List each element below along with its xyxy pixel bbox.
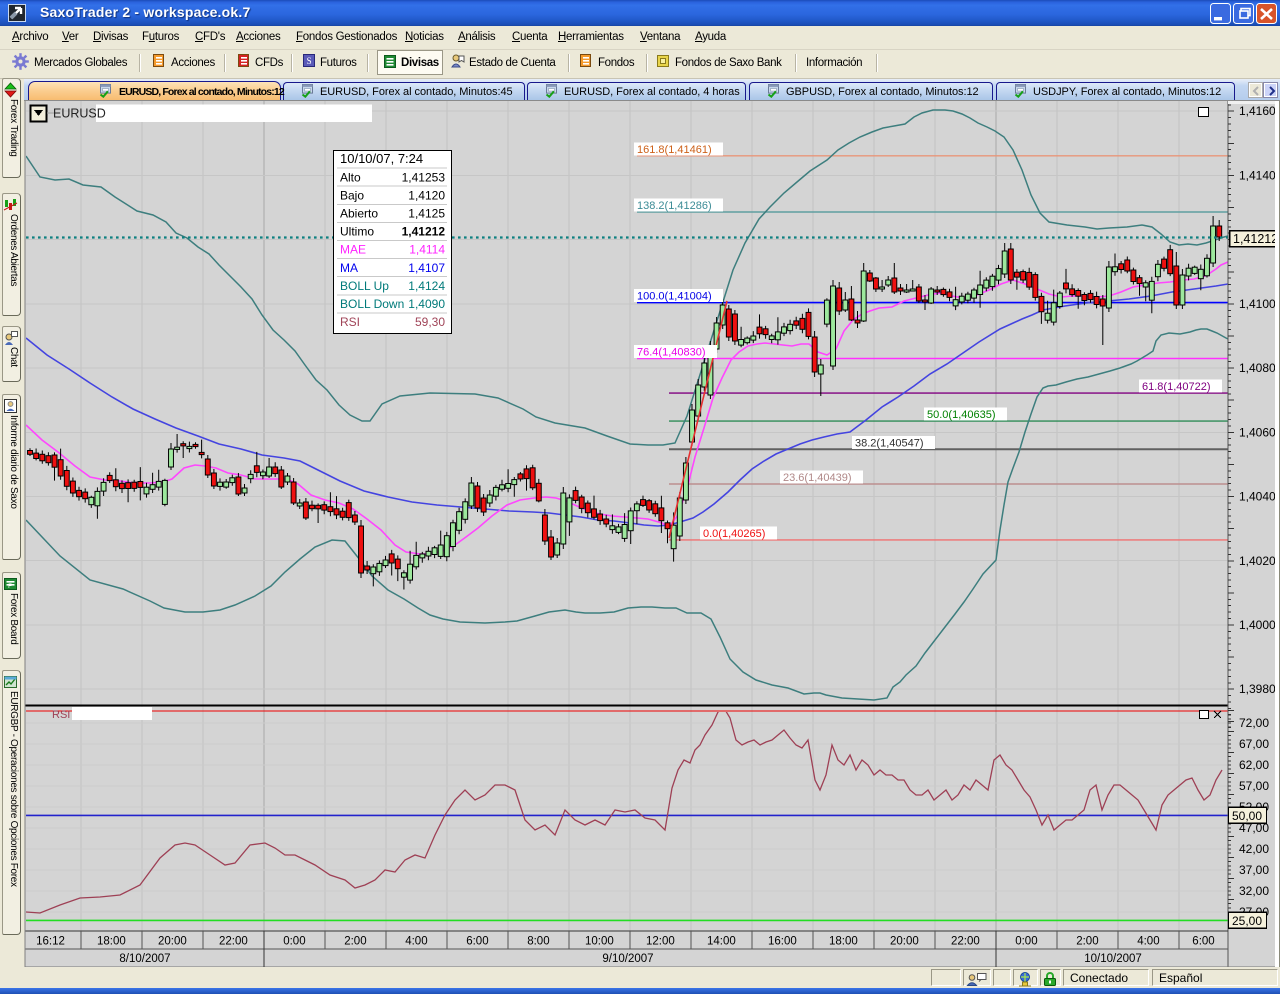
svg-text:1,41253: 1,41253 — [402, 170, 446, 184]
svg-text:18:00: 18:00 — [97, 936, 126, 948]
svg-text:1,3980: 1,3980 — [1239, 682, 1276, 696]
svg-text:9/10/2007: 9/10/2007 — [602, 953, 653, 965]
svg-text:72,00: 72,00 — [1239, 716, 1269, 730]
svg-text:16:00: 16:00 — [768, 936, 797, 948]
svg-text:1,4140: 1,4140 — [1239, 168, 1276, 182]
svg-text:2:00: 2:00 — [344, 936, 366, 948]
svg-text:20:00: 20:00 — [890, 936, 919, 948]
svg-text:S: S — [307, 56, 312, 66]
svg-text:1,4000: 1,4000 — [1239, 618, 1276, 632]
svg-text:1,4125: 1,4125 — [408, 207, 445, 221]
svg-text:10:00: 10:00 — [585, 936, 614, 948]
svg-text:MA: MA — [340, 261, 358, 275]
svg-text:Ultimo: Ultimo — [340, 225, 374, 239]
svg-text:4:00: 4:00 — [405, 936, 427, 948]
svg-text:1,4100: 1,4100 — [1239, 297, 1276, 311]
svg-text:42,00: 42,00 — [1239, 842, 1269, 856]
svg-text:20:00: 20:00 — [158, 936, 187, 948]
svg-text:32,00: 32,00 — [1239, 884, 1269, 898]
svg-text:1,4080: 1,4080 — [1239, 361, 1276, 375]
svg-text:12:00: 12:00 — [646, 936, 675, 948]
svg-text:F: F — [8, 584, 12, 590]
svg-text:RSI: RSI — [52, 709, 70, 721]
svg-text:1,4060: 1,4060 — [1239, 425, 1276, 439]
svg-text:18:00: 18:00 — [829, 936, 858, 948]
svg-text:59,30: 59,30 — [415, 315, 445, 329]
svg-text:0:00: 0:00 — [283, 936, 305, 948]
svg-text:1,4114: 1,4114 — [409, 243, 445, 257]
svg-text:37,00: 37,00 — [1239, 863, 1269, 877]
svg-text:50,00: 50,00 — [1232, 809, 1262, 823]
svg-text:1,4020: 1,4020 — [1239, 554, 1276, 568]
svg-text:4:00: 4:00 — [1137, 936, 1159, 948]
svg-text:1,4090: 1,4090 — [408, 297, 445, 311]
svg-text:38.2(1,40547): 38.2(1,40547) — [855, 437, 924, 449]
svg-text:138.2(1,41286): 138.2(1,41286) — [637, 200, 712, 212]
svg-text:62,00: 62,00 — [1239, 758, 1269, 772]
svg-text:Bajo: Bajo — [340, 188, 364, 202]
svg-text:10/10/07, 7:24: 10/10/07, 7:24 — [340, 151, 423, 166]
svg-text:10/10/2007: 10/10/2007 — [1084, 953, 1142, 965]
svg-text:100.0(1,41004): 100.0(1,41004) — [637, 291, 712, 303]
svg-text:25,00: 25,00 — [1232, 914, 1262, 928]
svg-text:6:00: 6:00 — [1192, 936, 1214, 948]
svg-text:0:00: 0:00 — [1015, 936, 1037, 948]
svg-text:16:12: 16:12 — [36, 936, 65, 948]
svg-text:1,4107: 1,4107 — [408, 261, 445, 275]
svg-text:8:00: 8:00 — [527, 936, 549, 948]
svg-text:57,00: 57,00 — [1239, 779, 1269, 793]
svg-text:161.8(1,41461): 161.8(1,41461) — [637, 144, 712, 156]
svg-text:22:00: 22:00 — [951, 936, 980, 948]
svg-text:1,4040: 1,4040 — [1239, 490, 1276, 504]
svg-text:MAE: MAE — [340, 243, 366, 257]
svg-text:1,41212: 1,41212 — [402, 225, 446, 239]
svg-text:2:00: 2:00 — [1076, 936, 1098, 948]
svg-text:BOLL Up: BOLL Up — [340, 279, 389, 293]
svg-text:22:00: 22:00 — [219, 936, 248, 948]
svg-text:Abierto: Abierto — [340, 207, 378, 221]
svg-text:0.0(1,40265): 0.0(1,40265) — [703, 528, 765, 540]
svg-text:RSI: RSI — [340, 315, 360, 329]
svg-text:67,00: 67,00 — [1239, 737, 1269, 751]
svg-text:23.6(1,40439): 23.6(1,40439) — [783, 472, 852, 484]
svg-text:1,4120: 1,4120 — [408, 188, 445, 202]
svg-text:1,41212: 1,41212 — [1233, 232, 1278, 246]
svg-text:8/10/2007: 8/10/2007 — [119, 953, 170, 965]
svg-text:1,4124: 1,4124 — [408, 279, 445, 293]
svg-text:14:00: 14:00 — [707, 936, 736, 948]
svg-text:6:00: 6:00 — [466, 936, 488, 948]
svg-text:EURUSD: EURUSD — [53, 107, 106, 121]
svg-text:50.0(1,40635): 50.0(1,40635) — [927, 409, 996, 421]
svg-text:BOLL Down: BOLL Down — [340, 297, 404, 311]
svg-text:76.4(1,40830): 76.4(1,40830) — [637, 347, 706, 359]
svg-text:Alto: Alto — [340, 170, 361, 184]
svg-text:1,4160: 1,4160 — [1239, 104, 1276, 118]
svg-text:61.8(1,40722): 61.8(1,40722) — [1142, 381, 1211, 393]
